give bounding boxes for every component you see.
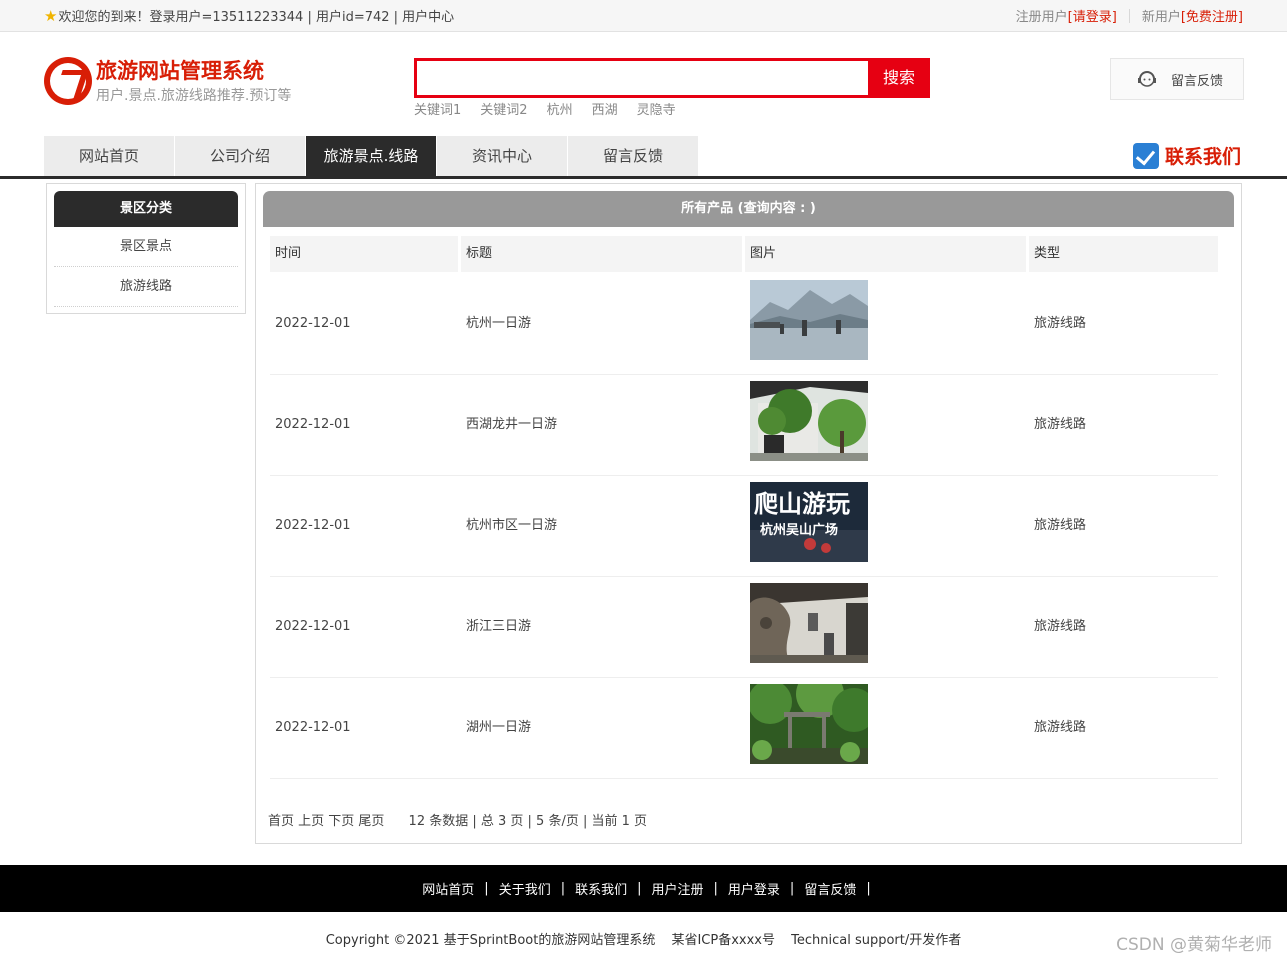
row-type: 旅游线路 xyxy=(1034,518,1087,533)
search-button[interactable]: 搜索 xyxy=(868,58,930,98)
account-links: 注册用户 [请登录] 新用户 [免费注册] xyxy=(1016,6,1243,25)
footer-link-feedback[interactable]: 留言反馈 xyxy=(796,879,864,898)
nav-item-news[interactable]: 资讯中心 xyxy=(437,136,567,176)
search-input[interactable] xyxy=(414,58,868,98)
keyword-link[interactable]: 灵隐寺 xyxy=(637,99,676,118)
footer-link-contact[interactable]: 联系我们 xyxy=(567,879,635,898)
row-title-link[interactable]: 西湖龙井一日游 xyxy=(466,375,557,475)
lake-scene-image[interactable] xyxy=(750,280,868,360)
top-bar: ★ 欢迎您的到来！登录用户=13511223344 | 用户id=742 | 用… xyxy=(0,0,1287,32)
table-row: 2022-12-01 湖州一日游 旅游线路 xyxy=(270,678,1218,779)
row-date: 2022-12-01 xyxy=(275,720,351,735)
nav-item-home[interactable]: 网站首页 xyxy=(44,136,174,176)
hot-keywords: 关键词1 关键词2 杭州 西湖 灵隐寺 xyxy=(414,99,695,118)
footer-link-register[interactable]: 用户注册 xyxy=(644,879,712,898)
poster-text-main: 爬山游玩 xyxy=(754,490,850,518)
keyword-link[interactable]: 西湖 xyxy=(592,99,618,118)
contact-label: 联系我们 xyxy=(1165,146,1242,168)
divider: | xyxy=(637,881,642,896)
row-date: 2022-12-01 xyxy=(275,316,351,331)
pagination-links[interactable]: 首页 上页 下页 尾页 xyxy=(268,814,384,829)
site-subtitle: 用户.景点.旅游线路推荐.预订等 xyxy=(96,88,292,104)
main-nav: 网站首页 公司介绍 旅游景点.线路 资讯中心 留言反馈 xyxy=(44,136,699,176)
footer-nav: 网站首页 | 关于我们 | 联系我们 | 用户注册 | 用户登录 | 留言反馈 | xyxy=(0,865,1287,912)
row-title-link[interactable]: 湖州一日游 xyxy=(466,678,531,778)
rock-garden-image[interactable] xyxy=(750,583,868,663)
keyword-link[interactable]: 关键词2 xyxy=(480,99,527,118)
pagination: 首页 上页 下页 尾页 12 条数据 | 总 3 页 | 5 条/页 | 当前 … xyxy=(268,810,647,829)
calligraphy-poster-image[interactable]: 爬山游玩 杭州吴山广场 xyxy=(750,482,868,562)
keyword-link[interactable]: 关键词1 xyxy=(414,99,461,118)
watermark: CSDN @黄菊华老师 xyxy=(1116,935,1272,955)
welcome-text[interactable]: 欢迎您的到来！登录用户=13511223344 | 用户id=742 | 用户中… xyxy=(58,6,454,25)
row-type: 旅游线路 xyxy=(1034,316,1087,331)
nav-item-about[interactable]: 公司介绍 xyxy=(175,136,305,176)
nav-item-feedback[interactable]: 留言反馈 xyxy=(568,136,698,176)
column-header-title: 标题 xyxy=(461,236,742,272)
divider: | xyxy=(866,881,871,896)
copyright-text: Copyright ©2021 基于SprintBoot的旅游网站管理系统 xyxy=(325,933,656,948)
sidebar-title: 景区分类 xyxy=(54,191,238,227)
check-icon xyxy=(1133,142,1159,169)
keyword-link[interactable]: 杭州 xyxy=(547,99,573,118)
star-icon: ★ xyxy=(44,6,58,25)
feedback-label: 留言反馈 xyxy=(1171,73,1224,89)
divider xyxy=(1128,8,1130,23)
divider: | xyxy=(560,881,566,896)
row-type: 旅游线路 xyxy=(1034,619,1087,634)
logo-icon[interactable] xyxy=(44,57,92,105)
support-text: Technical support/开发作者 xyxy=(791,933,962,948)
row-date: 2022-12-01 xyxy=(275,619,351,634)
contact-us-link[interactable]: 联系我们 xyxy=(1133,142,1241,169)
row-title-link[interactable]: 浙江三日游 xyxy=(466,577,531,677)
row-title-link[interactable]: 杭州市区一日游 xyxy=(466,476,557,576)
site-title[interactable]: 旅游网站管理系统 xyxy=(96,55,264,85)
divider: | xyxy=(713,881,718,896)
row-type: 旅游线路 xyxy=(1034,417,1087,432)
column-header-time: 时间 xyxy=(270,236,458,272)
copyright-line: Copyright ©2021 基于SprintBoot的旅游网站管理系统 某省… xyxy=(0,929,1287,948)
footer-link-about[interactable]: 关于我们 xyxy=(491,879,559,898)
column-header-image: 图片 xyxy=(745,236,1026,272)
register-link[interactable]: [免费注册] xyxy=(1181,6,1243,25)
new-user-label: 新用户 xyxy=(1141,10,1181,25)
feedback-button[interactable]: 留言反馈 xyxy=(1110,58,1244,100)
pagination-summary: 12 条数据 | 总 3 页 | 5 条/页 | 当前 1 页 xyxy=(408,814,648,829)
row-title-link[interactable]: 杭州一日游 xyxy=(466,274,531,374)
divider: | xyxy=(789,881,795,896)
registered-user-label: 注册用户 xyxy=(1015,10,1068,25)
headset-icon xyxy=(1138,71,1156,87)
welcome-area: ★ 欢迎您的到来！登录用户=13511223344 | 用户id=742 | 用… xyxy=(44,6,454,26)
icp-text: 某省ICP备xxxx号 xyxy=(671,933,775,948)
row-date: 2022-12-01 xyxy=(275,518,351,533)
table-row: 2022-12-01 杭州一日游 旅游线路 xyxy=(270,274,1218,375)
nav-divider xyxy=(0,176,1287,179)
divider: | xyxy=(484,881,489,896)
table-row: 2022-12-01 浙江三日游 旅游线路 xyxy=(270,577,1218,678)
login-link[interactable]: [请登录] xyxy=(1068,6,1117,25)
forest-gate-image[interactable] xyxy=(750,684,868,764)
footer-link-login[interactable]: 用户登录 xyxy=(720,879,788,898)
row-type: 旅游线路 xyxy=(1034,720,1087,735)
sidebar-item-travel-routes[interactable]: 旅游线路 xyxy=(54,267,238,307)
nav-item-attractions[interactable]: 旅游景点.线路 xyxy=(306,136,436,176)
footer-link-home[interactable]: 网站首页 xyxy=(414,879,482,898)
category-sidebar: 景区分类 景区景点 旅游线路 xyxy=(46,183,246,314)
column-header-type: 类型 xyxy=(1029,236,1218,272)
table-row: 2022-12-01 杭州市区一日游 爬山游玩 杭州吴山广场 旅游线路 xyxy=(270,476,1218,577)
table-row: 2022-12-01 西湖龙井一日游 旅游线路 xyxy=(270,375,1218,476)
panel-title: 所有产品 (查询内容 : ) xyxy=(263,191,1234,227)
garden-gate-image[interactable] xyxy=(750,381,868,461)
row-date: 2022-12-01 xyxy=(275,417,351,432)
poster-text-sub: 杭州吴山广场 xyxy=(760,522,838,538)
product-panel: 所有产品 (查询内容 : ) 时间 标题 图片 类型 2022-12-01 杭州… xyxy=(255,183,1242,844)
sidebar-item-scenic-spots[interactable]: 景区景点 xyxy=(54,227,238,267)
